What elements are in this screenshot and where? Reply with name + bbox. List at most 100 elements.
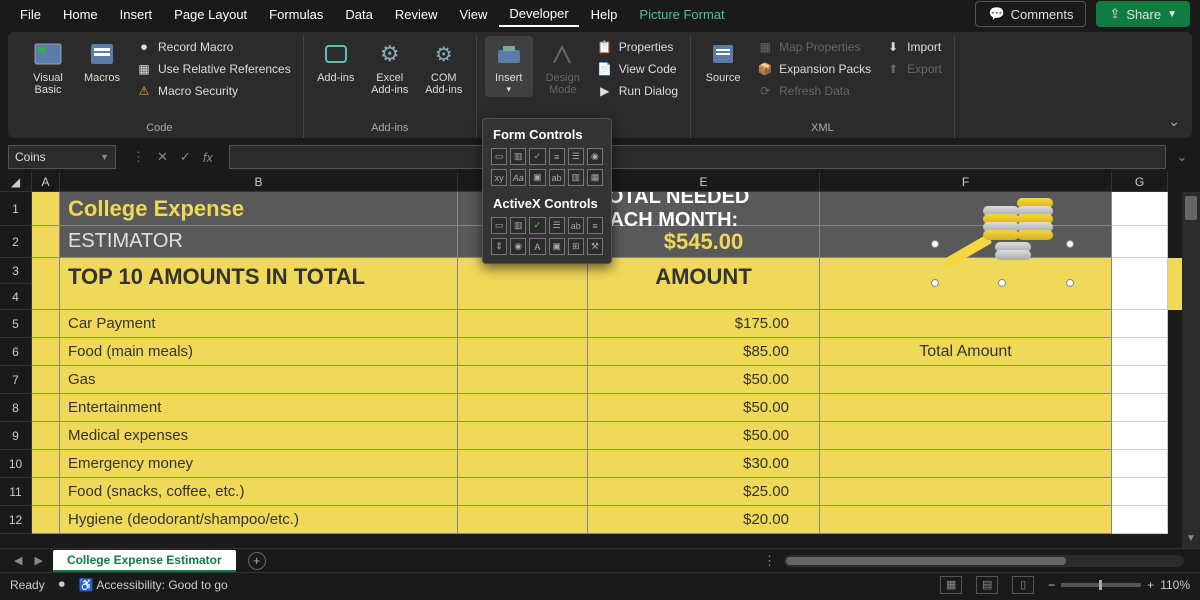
cell[interactable] [458,258,588,310]
form-option-icon[interactable]: ◉ [587,148,603,165]
share-button[interactable]: ⇪ Share ▼ [1096,1,1190,27]
cell[interactable] [32,338,60,366]
cell[interactable] [458,506,588,534]
cell-total-label[interactable]: TOTAL NEEDED EACH MONTH: [588,192,820,226]
ax-checkbox-icon[interactable]: ✓ [529,217,545,234]
ax-combo-icon[interactable]: ▥ [510,217,526,234]
cell[interactable] [458,394,588,422]
expansion-packs-button[interactable]: 📦Expansion Packs [753,58,875,80]
cell-item[interactable]: Entertainment [60,394,458,422]
cell[interactable] [458,422,588,450]
cell-amount[interactable]: $30.00 [588,450,820,478]
ax-label-icon[interactable]: A [529,238,545,255]
cell[interactable] [820,450,1112,478]
relative-refs-button[interactable]: ▦Use Relative References [132,58,295,80]
cancel-formula-button[interactable]: ✕ [153,149,172,165]
tab-file[interactable]: File [10,3,51,26]
design-mode-button[interactable]: Design Mode [539,36,587,98]
vertical-scrollbar[interactable]: ▼ [1182,192,1200,548]
form-combo-icon[interactable]: ▥ [510,148,526,165]
scrollbar-thumb[interactable] [786,557,1066,565]
cell[interactable] [458,338,588,366]
form-checkbox-icon[interactable]: ✓ [529,148,545,165]
tab-page-layout[interactable]: Page Layout [164,3,257,26]
cell-total-value[interactable]: $545.00 [588,226,820,258]
sheet-tab-active[interactable]: College Expense Estimator [53,550,236,572]
cell-item[interactable]: Emergency money [60,450,458,478]
ax-listbox-icon[interactable]: ☰ [549,217,565,234]
cell[interactable] [820,366,1112,394]
form-label-icon[interactable]: xy [491,169,507,186]
tab-formulas[interactable]: Formulas [259,3,333,26]
col-header-g[interactable]: G [1112,172,1168,192]
tab-insert[interactable]: Insert [110,3,163,26]
cell-item[interactable]: Food (main meals) [60,338,458,366]
tab-developer[interactable]: Developer [499,2,578,27]
ax-spinner-icon[interactable]: ⇕ [491,238,507,255]
macro-security-button[interactable]: ⚠Macro Security [132,80,295,102]
tab-view[interactable]: View [449,3,497,26]
normal-view-button[interactable]: ▦ [940,576,962,594]
row-header[interactable]: 3 [0,258,32,284]
run-dialog-button[interactable]: ▶Run Dialog [593,80,682,102]
accessibility-status[interactable]: ♿ Accessibility: Good to go [79,578,228,592]
cell-subtitle[interactable]: ESTIMATOR [60,226,458,258]
addins-button[interactable]: Add-ins [312,36,360,86]
cell[interactable] [1112,226,1168,258]
cell-title[interactable]: College Expense [60,192,458,226]
export-button[interactable]: ⬆Export [881,58,946,80]
cell[interactable] [32,506,60,534]
cell[interactable] [458,478,588,506]
cell[interactable] [1112,450,1168,478]
cell[interactable] [32,258,60,310]
visual-basic-button[interactable]: Visual Basic [24,36,72,98]
cell[interactable] [820,478,1112,506]
cell-amount[interactable]: $85.00 [588,338,820,366]
zoom-slider[interactable] [1061,583,1141,587]
sheet-nav-next[interactable]: ▶ [28,554,48,567]
view-code-button[interactable]: 📄View Code [593,58,682,80]
row-header[interactable]: 12 [0,506,32,534]
ax-toggle-icon[interactable]: ⊞ [568,238,584,255]
selection-handle[interactable] [998,279,1006,287]
selection-handle[interactable] [1066,240,1074,248]
col-header-b[interactable]: B [60,172,458,192]
selection-handle[interactable] [1066,279,1074,287]
cell-item[interactable]: Gas [60,366,458,394]
cell-item[interactable]: Medical expenses [60,422,458,450]
tab-review[interactable]: Review [385,3,448,26]
cell-item[interactable]: Hygiene (deodorant/shampoo/etc.) [60,506,458,534]
col-header-f[interactable]: F [820,172,1112,192]
row-header[interactable]: 9 [0,422,32,450]
map-properties-button[interactable]: ▦Map Properties [753,36,875,58]
form-listbox-icon[interactable]: ☰ [568,148,584,165]
col-header-a[interactable]: A [32,172,60,192]
comments-button[interactable]: 💬 Comments [975,1,1086,27]
cell-item[interactable]: Car Payment [60,310,458,338]
cell[interactable] [32,226,60,258]
cell[interactable] [1112,478,1168,506]
cell-item[interactable]: Food (snacks, coffee, etc.) [60,478,458,506]
form-spinner-icon[interactable]: ≡ [549,148,565,165]
form-textbox-icon[interactable]: ab [549,169,565,186]
refresh-data-button[interactable]: ⟳Refresh Data [753,80,875,102]
select-all-corner[interactable]: ◢ [0,172,32,192]
cell[interactable] [32,478,60,506]
sheet-nav-prev[interactable]: ◀ [8,554,28,567]
cell-amount[interactable]: $25.00 [588,478,820,506]
com-addins-button[interactable]: ⚙COM Add-ins [420,36,468,98]
form-frame-icon[interactable]: ▦ [587,169,603,186]
cell[interactable] [1112,422,1168,450]
cell[interactable] [32,450,60,478]
cell-header-b[interactable]: TOP 10 AMOUNTS IN TOTAL [60,258,458,310]
import-button[interactable]: ⬇Import [881,36,946,58]
cell[interactable] [32,422,60,450]
cell[interactable] [458,450,588,478]
zoom-in-button[interactable]: + [1147,578,1154,592]
page-break-view-button[interactable]: ▯ [1012,576,1034,594]
cell[interactable] [1112,192,1168,226]
split-handle[interactable]: ⋮ [755,553,784,569]
ax-button-icon[interactable]: ▭ [491,217,507,234]
expand-formula-button[interactable]: ⌄ [1172,149,1192,165]
zoom-out-button[interactable]: − [1048,578,1055,592]
